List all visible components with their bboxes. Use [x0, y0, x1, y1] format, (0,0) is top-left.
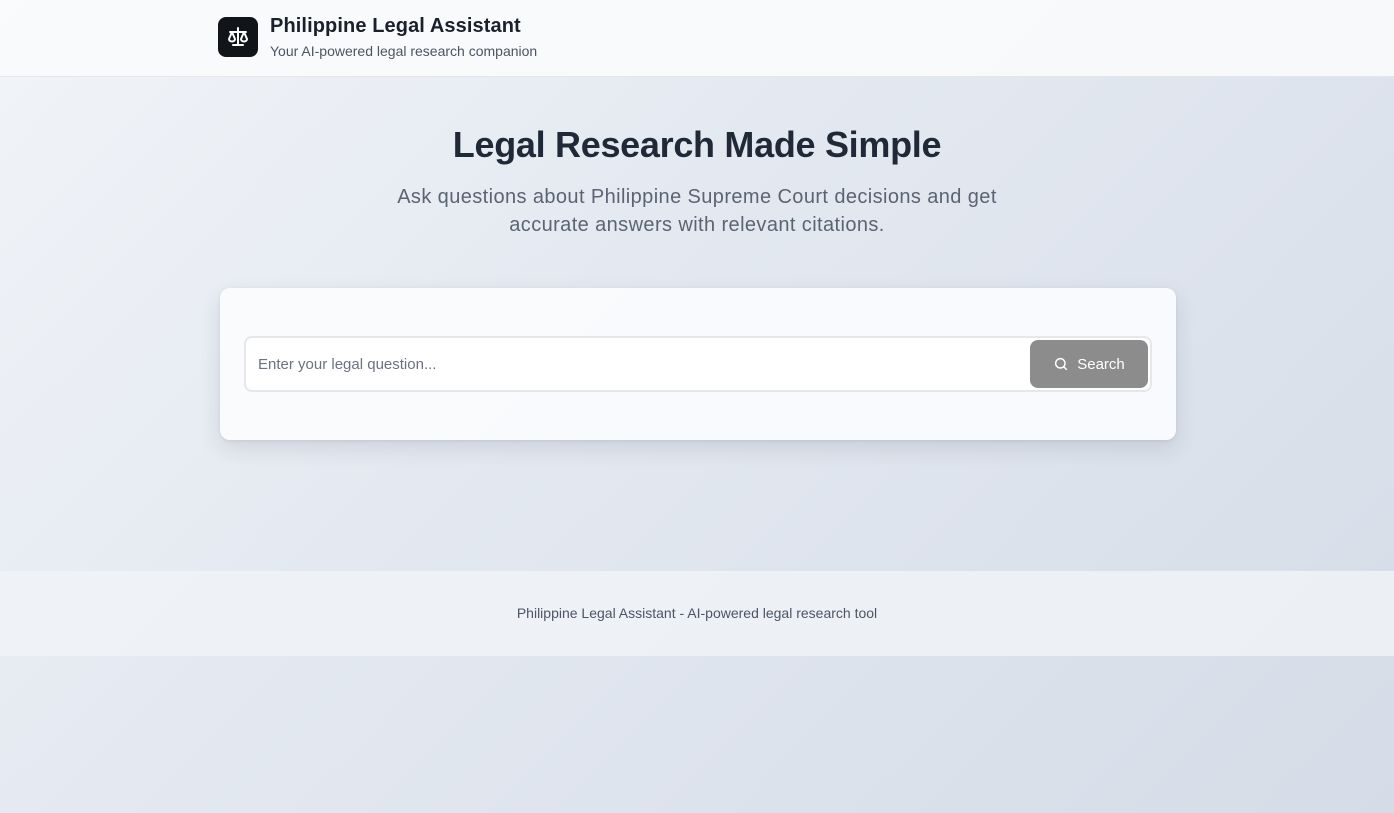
search-button[interactable]: Search: [1030, 340, 1148, 388]
app-logo: [218, 17, 258, 57]
app-title: Philippine Legal Assistant: [270, 15, 521, 37]
hero-title: Legal Research Made Simple: [452, 124, 942, 165]
search-icon: [1055, 357, 1068, 371]
scale-icon: [228, 27, 248, 46]
footer-text: Philippine Legal Assistant - AI-powered …: [516, 605, 878, 621]
search-card: Search: [220, 288, 1176, 440]
app-subtitle: Your AI-powered legal research companion: [270, 43, 538, 59]
search-input[interactable]: [258, 338, 1018, 390]
search-button-label: Search: [1077, 355, 1125, 373]
search-box: Search: [244, 336, 1152, 392]
app-header: Philippine Legal Assistant Your AI-power…: [0, 0, 1394, 77]
app-footer: Philippine Legal Assistant - AI-powered …: [0, 571, 1394, 656]
hero-description: Ask questions about Philippine Supreme C…: [397, 186, 997, 236]
